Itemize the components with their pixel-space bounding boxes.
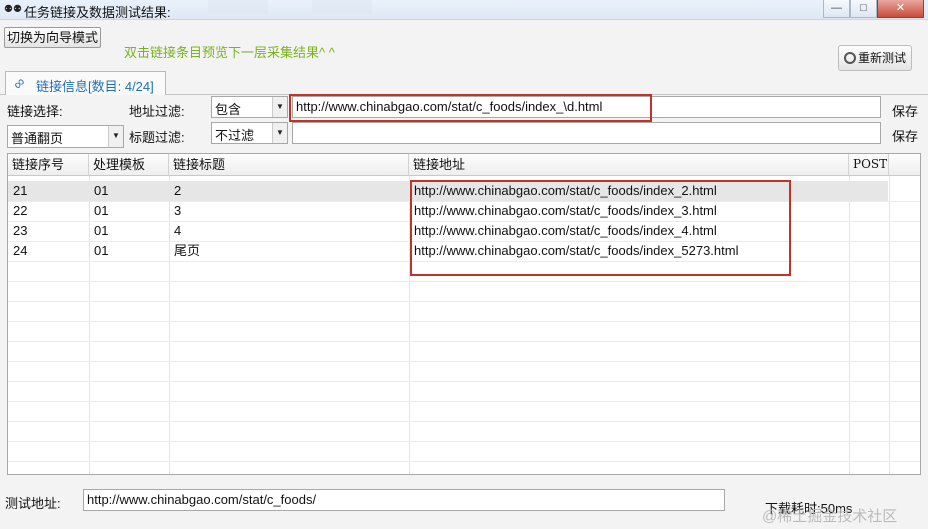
search-icon xyxy=(843,52,856,64)
link-icon: ∞ xyxy=(9,73,30,94)
cell-post xyxy=(849,201,854,221)
title-bar: ⚉⚉ 任务链接及数据测试结果: — □ ✕ xyxy=(0,0,928,20)
link-select-dropdown[interactable]: 普通翻页 ▼ xyxy=(7,125,124,148)
close-button[interactable]: ✕ xyxy=(877,0,924,18)
preview-hint-text: 双击链接条目预览下一层采集结果^ ^ xyxy=(124,45,335,60)
test-address-label: 测试地址: xyxy=(5,496,61,511)
cell-title: 2 xyxy=(174,183,182,198)
watermark-text: @稀土掘金技术社区 xyxy=(762,508,898,525)
cell-title: 尾页 xyxy=(174,243,201,258)
title-filter-mode-value: 不过滤 xyxy=(215,128,255,143)
cell-template: 01 xyxy=(94,183,109,198)
column-header-url[interactable]: 链接地址 xyxy=(409,154,849,176)
cell-post xyxy=(849,221,854,241)
tab-label: 链接信息[数目: 4/24] xyxy=(36,79,154,94)
chevron-down-icon: ▼ xyxy=(272,97,287,117)
address-filter-mode-value: 包含 xyxy=(215,102,242,117)
link-select-value: 普通翻页 xyxy=(11,131,64,146)
row-divider xyxy=(8,381,920,382)
address-filter-mode-select[interactable]: 包含 ▼ xyxy=(211,96,288,118)
cell-url: http://www.chinabgao.com/stat/c_foods/in… xyxy=(414,223,717,238)
cell-url: http://www.chinabgao.com/stat/c_foods/in… xyxy=(414,243,739,258)
cell-seq: 21 xyxy=(13,183,28,198)
row-divider xyxy=(8,461,920,462)
cell-template: 01 xyxy=(94,243,109,258)
background-toolbar-button xyxy=(208,0,268,14)
minimize-button[interactable]: — xyxy=(823,0,850,18)
tab-link-info[interactable]: ∞ 链接信息[数目: 4/24] xyxy=(5,71,166,95)
table-row[interactable]: 24 01 尾页 http://www.chinabgao.com/stat/c… xyxy=(8,241,888,261)
cell-title: 4 xyxy=(174,223,182,238)
cell-url: http://www.chinabgao.com/stat/c_foods/in… xyxy=(414,203,717,218)
cell-template: 01 xyxy=(94,203,109,218)
retest-button-label: 重新测试 xyxy=(857,51,906,65)
row-divider xyxy=(8,281,920,282)
row-divider xyxy=(8,341,920,342)
cell-url: http://www.chinabgao.com/stat/c_foods/in… xyxy=(414,183,717,198)
row-divider xyxy=(8,321,920,322)
app-icon: ⚉⚉ xyxy=(4,4,22,15)
chevron-down-icon: ▼ xyxy=(272,123,287,143)
cell-seq: 23 xyxy=(13,223,28,238)
row-divider xyxy=(8,301,920,302)
cell-post xyxy=(849,241,854,261)
title-filter-label: 标题过滤: xyxy=(129,130,185,145)
table-row[interactable]: 21 01 2 http://www.chinabgao.com/stat/c_… xyxy=(8,181,888,201)
table-row[interactable]: 22 01 3 http://www.chinabgao.com/stat/c_… xyxy=(8,201,888,221)
column-header-template[interactable]: 处理模板 xyxy=(89,154,169,176)
cell-post xyxy=(849,181,854,201)
table-row[interactable]: 23 01 4 http://www.chinabgao.com/stat/c_… xyxy=(8,221,888,241)
background-toolbar-button xyxy=(312,0,372,14)
row-divider xyxy=(8,401,920,402)
retest-button[interactable]: 重新测试 xyxy=(838,45,912,71)
row-divider xyxy=(8,441,920,442)
link-select-label: 链接选择: xyxy=(7,104,63,119)
title-filter-save-button[interactable]: 保存 xyxy=(892,126,918,145)
window-title: 任务链接及数据测试结果: xyxy=(24,5,171,20)
link-table: 链接序号 处理模板 链接标题 链接地址 POST 21 01 2 http://… xyxy=(7,153,921,475)
row-divider xyxy=(8,261,920,262)
column-header-seq[interactable]: 链接序号 xyxy=(8,154,89,176)
row-divider xyxy=(8,361,920,362)
title-filter-mode-select[interactable]: 不过滤 ▼ xyxy=(211,122,288,144)
cell-template: 01 xyxy=(94,223,109,238)
chevron-down-icon: ▼ xyxy=(108,126,123,147)
address-filter-save-button[interactable]: 保存 xyxy=(892,101,918,120)
row-divider xyxy=(8,421,920,422)
column-header-post[interactable]: POST xyxy=(849,154,889,176)
maximize-button[interactable]: □ xyxy=(850,0,877,18)
title-filter-input[interactable] xyxy=(292,122,881,144)
cell-seq: 22 xyxy=(13,203,28,218)
address-filter-label: 地址过滤: xyxy=(129,104,185,119)
column-header-filler xyxy=(889,154,920,176)
cell-title: 3 xyxy=(174,203,182,218)
address-filter-input[interactable]: http://www.chinabgao.com/stat/c_foods/in… xyxy=(292,96,881,118)
switch-wizard-mode-button[interactable]: 切换为向导模式 xyxy=(4,27,101,48)
test-address-input[interactable]: http://www.chinabgao.com/stat/c_foods/ xyxy=(83,489,725,511)
cell-seq: 24 xyxy=(13,243,28,258)
column-header-title[interactable]: 链接标题 xyxy=(169,154,409,176)
